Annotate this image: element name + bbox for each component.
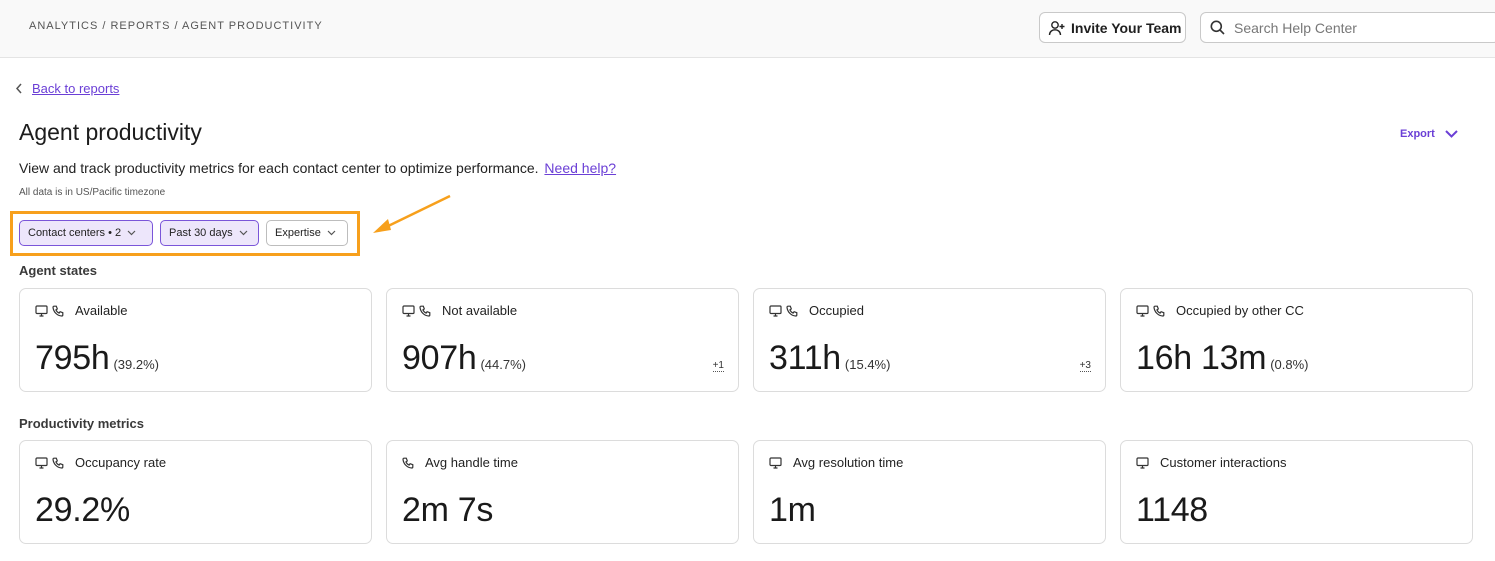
page-title: Agent productivity <box>19 119 202 145</box>
metric-value-group: 16h 13m (0.8%) <box>1136 339 1309 378</box>
phone-icon <box>786 305 798 317</box>
card-header: Occupied <box>769 303 864 318</box>
timezone-note: All data is in US/Pacific timezone <box>19 187 166 198</box>
invite-team-label: Invite Your Team <box>1071 19 1182 36</box>
metric-value: 907h <box>402 339 477 377</box>
section-productivity-metrics: Productivity metrics <box>19 416 144 431</box>
annotation-arrow <box>373 194 451 233</box>
card-not-available: Not available 907h (44.7%) +1 <box>386 288 739 392</box>
metric-label: Available <box>75 303 128 318</box>
metric-label: Avg handle time <box>425 455 518 470</box>
card-header: Customer interactions <box>1136 455 1286 470</box>
description-text: View and track productivity metrics for … <box>19 160 539 176</box>
chevron-down-icon <box>239 230 248 236</box>
metric-percent: (0.8%) <box>1270 357 1309 372</box>
metric-value-group: 1m <box>769 491 816 530</box>
breadcrumb: ANALYTICS / REPORTS / AGENT PRODUCTIVITY <box>29 20 323 32</box>
metric-value-group: 907h (44.7%) <box>402 339 526 378</box>
phone-icon <box>52 305 64 317</box>
search-icon <box>1210 20 1225 35</box>
monitor-icon <box>402 304 415 317</box>
card-header: Avg handle time <box>402 455 518 470</box>
card-avg-handle-time: Avg handle time 2m 7s <box>386 440 739 544</box>
page-description: View and track productivity metrics for … <box>19 160 616 176</box>
metric-value-group: 2m 7s <box>402 491 493 530</box>
monitor-icon <box>35 304 48 317</box>
metric-value-group: 29.2% <box>35 491 130 530</box>
metric-value: 2m 7s <box>402 491 494 529</box>
search-input[interactable] <box>1234 19 1474 36</box>
invite-team-button[interactable]: Invite Your Team <box>1039 12 1186 43</box>
card-header: Avg resolution time <box>769 455 903 470</box>
card-header: Not available <box>402 303 517 318</box>
card-occupancy-rate: Occupancy rate 29.2% <box>19 440 372 544</box>
card-header: Occupied by other CC <box>1136 303 1304 318</box>
metric-value-group: 311h (15.4%) <box>769 339 890 378</box>
need-help-link[interactable]: Need help? <box>544 160 616 176</box>
metric-value: 1148 <box>1136 491 1208 529</box>
phone-icon <box>1153 305 1165 317</box>
metric-value: 1m <box>769 491 816 529</box>
metric-value: 795h <box>35 339 110 377</box>
more-badge[interactable]: +1 <box>712 360 724 372</box>
card-customer-interactions: Customer interactions 1148 <box>1120 440 1473 544</box>
monitor-icon <box>769 304 782 317</box>
top-bar: ANALYTICS / REPORTS / AGENT PRODUCTIVITY… <box>0 0 1495 58</box>
back-to-reports-link[interactable]: Back to reports <box>15 81 119 96</box>
filter-date-range[interactable]: Past 30 days <box>160 220 259 246</box>
filter-contact-centers[interactable]: Contact centers • 2 <box>19 220 153 246</box>
metric-percent: (15.4%) <box>844 357 891 372</box>
section-agent-states: Agent states <box>19 263 98 278</box>
metric-percent: (44.7%) <box>480 357 526 372</box>
chevron-down-icon <box>127 230 136 236</box>
phone-icon <box>419 305 431 317</box>
card-header: Available <box>35 303 128 318</box>
card-occupied: Occupied 311h (15.4%) +3 <box>753 288 1106 392</box>
monitor-icon <box>35 456 48 469</box>
chevron-down-icon <box>327 230 336 236</box>
filter-contact-centers-label: Contact centers • 2 <box>28 227 122 239</box>
filter-expertise-label: Expertise <box>275 227 321 239</box>
metric-value: 311h <box>769 339 841 377</box>
monitor-icon <box>1136 304 1149 317</box>
card-avg-resolution-time: Avg resolution time 1m <box>753 440 1106 544</box>
metric-label: Occupied by other CC <box>1176 303 1304 318</box>
metric-label: Avg resolution time <box>793 455 904 470</box>
monitor-icon <box>769 456 782 469</box>
monitor-icon <box>1136 456 1149 469</box>
metric-value-group: 1148 <box>1136 491 1208 530</box>
chevron-down-icon <box>1445 130 1458 138</box>
back-to-reports-label: Back to reports <box>32 81 120 96</box>
metric-label: Not available <box>442 303 518 318</box>
card-header: Occupancy rate <box>35 455 166 470</box>
metric-label: Customer interactions <box>1160 455 1287 470</box>
export-button[interactable]: Export <box>1400 128 1458 140</box>
more-badge[interactable]: +3 <box>1079 360 1091 372</box>
metric-percent: (39.2%) <box>113 357 159 372</box>
search-help-center[interactable] <box>1200 12 1495 43</box>
phone-icon <box>402 457 414 469</box>
filter-date-range-label: Past 30 days <box>169 227 233 239</box>
phone-icon <box>52 457 64 469</box>
filter-expertise[interactable]: Expertise <box>266 220 348 246</box>
export-label: Export <box>1400 128 1435 140</box>
metric-value: 29.2% <box>35 491 130 529</box>
add-user-icon <box>1048 20 1066 36</box>
metric-label: Occupied <box>809 303 864 318</box>
card-available: Available 795h (39.2%) <box>19 288 372 392</box>
metric-value-group: 795h (39.2%) <box>35 339 159 378</box>
chevron-left-icon <box>15 83 23 94</box>
metric-value: 16h 13m <box>1136 339 1267 377</box>
metric-label: Occupancy rate <box>75 455 167 470</box>
card-occupied-other-cc: Occupied by other CC 16h 13m (0.8%) <box>1120 288 1473 392</box>
